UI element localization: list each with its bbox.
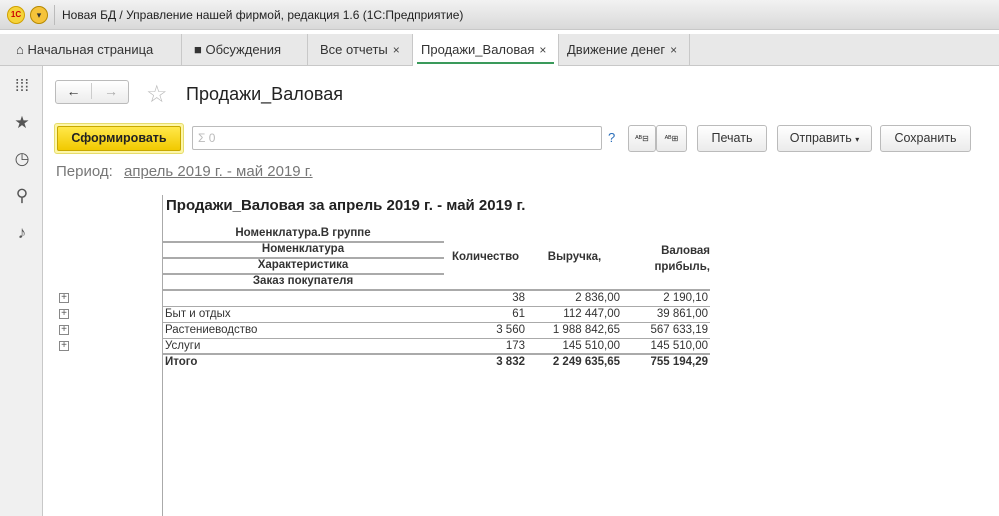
row-qty: 173 bbox=[505, 340, 525, 352]
home-icon: ⌂ bbox=[16, 42, 24, 57]
row-qty: 61 bbox=[512, 308, 525, 320]
divider bbox=[54, 5, 55, 25]
sidebar: ⁞⁞⁞ ★ ◷ ⚲ ♪ bbox=[0, 66, 43, 516]
navigation-buttons: ← → bbox=[55, 80, 129, 104]
close-icon[interactable]: × bbox=[393, 43, 400, 57]
close-icon[interactable]: × bbox=[539, 43, 546, 57]
tab-label: Продажи_Валовая bbox=[421, 42, 535, 57]
tab-all-reports[interactable]: Все отчеты × bbox=[308, 34, 413, 66]
main-menu-button[interactable]: ▾ bbox=[30, 6, 48, 24]
tab-label: Движение денег bbox=[567, 42, 666, 57]
tab-bar: ⌂ Начальная страница ■ Обсуждения Все от… bbox=[0, 34, 999, 66]
tab-cash-flow[interactable]: Движение денег × bbox=[559, 34, 690, 66]
total-revenue: 2 249 635,65 bbox=[552, 356, 620, 368]
history-icon[interactable]: ◷ bbox=[12, 149, 32, 169]
window-title: Новая БД / Управление нашей фирмой, реда… bbox=[62, 8, 464, 22]
total-profit: 755 194,29 bbox=[650, 356, 708, 368]
period-label: Период: bbox=[56, 163, 113, 180]
search-input[interactable]: Σ 0 bbox=[192, 126, 602, 150]
chevron-down-icon: ▾ bbox=[855, 135, 860, 144]
tab-label: Обсуждения bbox=[205, 42, 282, 57]
help-link[interactable]: ? bbox=[608, 130, 615, 145]
generate-label: Сформировать bbox=[57, 126, 181, 151]
tab-discussions[interactable]: ■ Обсуждения bbox=[182, 34, 308, 66]
send-label: Отправить bbox=[789, 131, 852, 145]
chat-icon: ■ bbox=[194, 42, 202, 57]
row-qty: 38 bbox=[512, 292, 525, 304]
back-button[interactable]: ← bbox=[56, 83, 92, 99]
collapse-icon: ᴬᴮ⊟ bbox=[635, 134, 649, 143]
save-button[interactable]: Сохранить bbox=[880, 125, 971, 152]
header-profit: Валовая прибыль, bbox=[654, 245, 710, 273]
row-profit: 2 190,10 bbox=[663, 292, 708, 304]
app-logo: 1С bbox=[7, 6, 25, 24]
tab-sales-gross[interactable]: Продажи_Валовая × bbox=[413, 34, 559, 66]
expand-icon: ᴬᴮ⊞ bbox=[664, 134, 679, 143]
collapse-groups-button[interactable]: ᴬᴮ⊟ bbox=[628, 125, 656, 152]
menu-grid-icon[interactable]: ⁞⁞⁞ bbox=[12, 76, 32, 96]
row-name: Растениеводство bbox=[165, 324, 258, 336]
forward-button[interactable]: → bbox=[93, 83, 129, 99]
notifications-bell-icon[interactable]: ♪ bbox=[12, 223, 32, 243]
page-title: Продажи_Валовая bbox=[186, 84, 344, 104]
tab-home[interactable]: ⌂ Начальная страница bbox=[0, 34, 182, 66]
row-revenue: 145 510,00 bbox=[562, 340, 620, 352]
header-group: Номенклатура.В группе bbox=[235, 227, 371, 239]
send-button[interactable]: Отправить ▾ bbox=[777, 125, 872, 152]
window-titlebar: 1С ▾ Новая БД / Управление нашей фирмой,… bbox=[0, 0, 999, 30]
total-qty: 3 832 bbox=[496, 356, 525, 368]
expand-plus-icon[interactable]: + bbox=[59, 341, 69, 351]
tab-label: Все отчеты bbox=[320, 42, 388, 57]
row-revenue: 112 447,00 bbox=[563, 308, 620, 320]
expand-plus-icon[interactable]: + bbox=[59, 309, 69, 319]
header-order: Заказ покупателя bbox=[252, 275, 354, 287]
header-qty: Количество bbox=[451, 251, 520, 263]
period-link[interactable]: апрель 2019 г. - май 2019 г. bbox=[124, 163, 313, 180]
header-characteristic: Характеристика bbox=[257, 259, 349, 271]
generate-button[interactable]: Сформировать bbox=[54, 123, 184, 154]
report-title: Продажи_Валовая за апрель 2019 г. - май … bbox=[166, 197, 526, 214]
close-icon[interactable]: × bbox=[670, 43, 677, 57]
row-profit: 39 861,00 bbox=[656, 308, 708, 320]
expand-groups-button[interactable]: ᴬᴮ⊞ bbox=[656, 125, 687, 152]
total-label: Итого bbox=[165, 356, 198, 368]
row-revenue: 1 988 842,65 bbox=[552, 324, 620, 336]
favorites-star-icon[interactable]: ★ bbox=[12, 113, 32, 133]
tab-label: Начальная страница bbox=[27, 42, 154, 57]
row-qty: 3 560 bbox=[496, 324, 525, 336]
header-revenue: Выручка, bbox=[547, 251, 602, 263]
row-revenue: 2 836,00 bbox=[575, 292, 620, 304]
row-name: Быт и отдых bbox=[165, 308, 231, 320]
favorite-star-icon[interactable]: ☆ bbox=[146, 80, 168, 109]
row-profit: 567 633,19 bbox=[650, 324, 708, 336]
expand-plus-icon[interactable]: + bbox=[59, 293, 69, 303]
expand-plus-icon[interactable]: + bbox=[59, 325, 69, 335]
print-button[interactable]: Печать bbox=[697, 125, 767, 152]
header-item: Номенклатура bbox=[261, 243, 345, 255]
search-icon[interactable]: ⚲ bbox=[12, 186, 32, 206]
row-name: Услуги bbox=[165, 340, 201, 352]
row-profit: 145 510,00 bbox=[650, 340, 708, 352]
